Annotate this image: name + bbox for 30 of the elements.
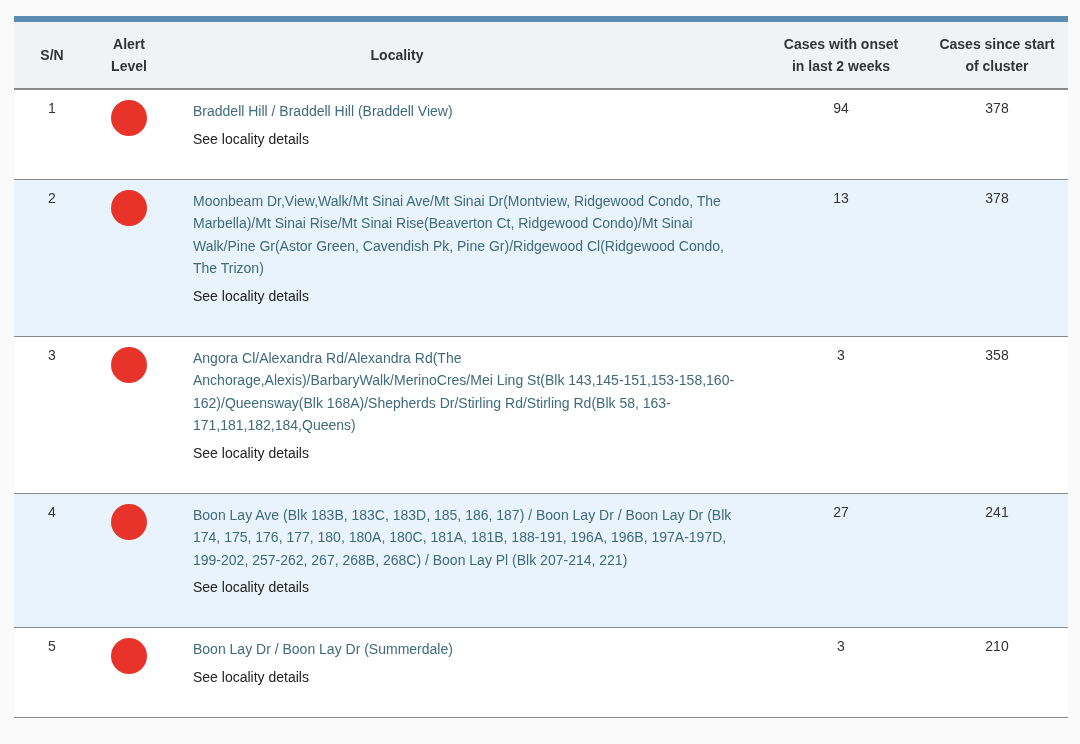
column-header: Alert Level bbox=[110, 35, 148, 76]
locality-text: Boon Lay Ave (Blk 183B, 183C, 183D, 185, 186, 187) / Boon Lay Dr / Boon Lay Dr (Blk 174, 175, 176, 177, 180, 180A, 180C, 181A, 181B, 188-191, 196A, 196B, 197A-197D, 199-202, 257-262, 267, 268B, 268C) / Boon Lay Pl (Blk 207-214, 221) bbox=[193, 505, 733, 570]
case-count: 241 bbox=[985, 503, 1009, 520]
locality-text: Braddell Hill / Braddell Hill (Braddell View) bbox=[193, 102, 454, 121]
details-link[interactable]: See locality details bbox=[193, 442, 309, 463]
row-number: 1 bbox=[48, 100, 56, 116]
case-count: 378 bbox=[985, 189, 1009, 206]
locality-text: Boon Lay Dr / Boon Lay Dr (Summerdale) bbox=[193, 640, 454, 659]
column-header: Locality bbox=[370, 46, 424, 65]
locality-text: Moonbeam Dr,View,Walk/Mt Sinai Ave/Mt Sinai Dr(Montview, Ridgewood Condo, The Marbella)/Mt Sinai Rise/Mt Sinai Rise(Beaverton Ct, Ridgewood Condo)/Mt Sinai Walk/Pine Gr(Astor Green, Cavendish Pk, Pine Gr)/Ridgewood Cl(Ridgewood Condo, The Trizon) bbox=[193, 191, 725, 278]
case-count: 3 bbox=[837, 346, 845, 363]
column-header: S/N bbox=[40, 46, 64, 65]
row-number: 5 bbox=[48, 638, 56, 654]
case-count: 358 bbox=[985, 346, 1009, 363]
column-header: Cases since start of cluster bbox=[938, 35, 1056, 76]
locality-text: Angora Cl/Alexandra Rd/Alexandra Rd(The Anchorage,Alexis)/BarbaryWalk/MerinoCres/Mei Ling St(Blk 143,145-151,153-158,160-162)/Queensway(Blk 168A)/Shepherds Dr/Stirling Rd/Stirling Rd(Blk 58, 163-171,181,182,184,Queens) bbox=[193, 348, 736, 435]
details-link[interactable]: See locality details bbox=[193, 666, 309, 687]
row-number: 3 bbox=[48, 346, 56, 363]
case-count: 13 bbox=[833, 189, 849, 206]
column-header: Cases with onset in last 2 weeks bbox=[782, 35, 900, 76]
case-count: 94 bbox=[833, 100, 849, 116]
case-count: 27 bbox=[833, 503, 849, 520]
case-count: 3 bbox=[837, 638, 845, 654]
case-count: 210 bbox=[985, 638, 1009, 654]
case-count: 378 bbox=[985, 100, 1009, 116]
row-number: 4 bbox=[48, 503, 56, 520]
details-link[interactable]: See locality details bbox=[193, 285, 309, 306]
details-link[interactable]: See locality details bbox=[193, 577, 309, 597]
row-number: 2 bbox=[48, 189, 56, 206]
details-link[interactable]: See locality details bbox=[193, 128, 309, 149]
